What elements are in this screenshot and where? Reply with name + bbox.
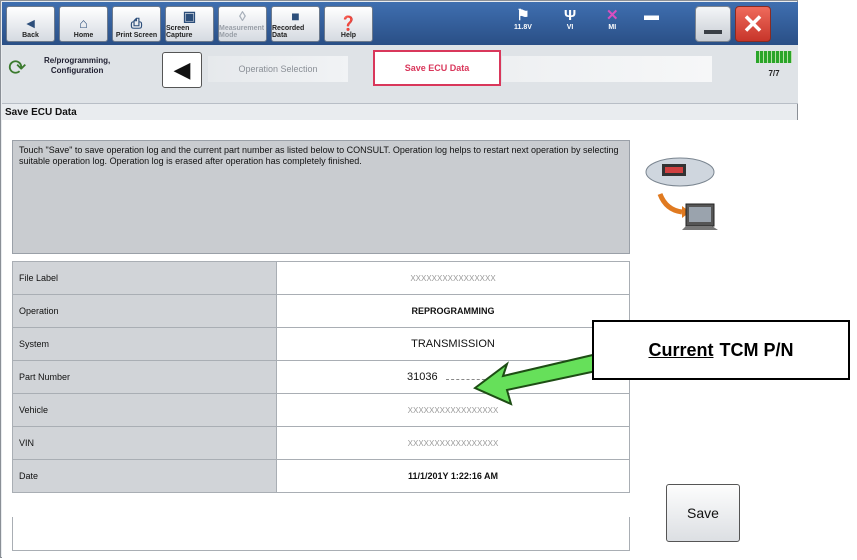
printer-icon: ⎙ bbox=[130, 15, 143, 31]
annotation-callout: Current TCM P/N bbox=[592, 320, 850, 380]
camera-icon: ▣ bbox=[182, 8, 197, 24]
app-window: ◄ Back ⌂ Home ⎙ Print Screen ▣ Screen Ca… bbox=[0, 0, 798, 558]
breadcrumb-next-step bbox=[502, 56, 712, 82]
save-button[interactable]: Save bbox=[666, 484, 740, 542]
progress-bar bbox=[756, 51, 792, 63]
row-label: Vehicle bbox=[12, 393, 277, 427]
table-row: File Label XXXXXXXXXXXXXXXX bbox=[12, 261, 630, 295]
breadcrumb-operation-selection[interactable]: Operation Selection bbox=[208, 56, 348, 82]
table-row: VIN XXXXXXXXXXXXXXXXX bbox=[12, 426, 630, 460]
top-toolbar: ◄ Back ⌂ Home ⎙ Print Screen ▣ Screen Ca… bbox=[2, 2, 798, 45]
screen-capture-button[interactable]: ▣ Screen Capture bbox=[165, 6, 214, 42]
minimize-button[interactable] bbox=[695, 6, 731, 42]
home-icon: ⌂ bbox=[79, 15, 88, 31]
row-value: 11/1/201Y 1:22:16 AM bbox=[276, 459, 630, 493]
mi-indicator: ✕ MI bbox=[606, 7, 619, 32]
row-label: File Label bbox=[12, 261, 277, 295]
breadcrumb-back-button[interactable]: ◀ bbox=[162, 52, 202, 88]
battery-icon: ▬ bbox=[644, 7, 659, 24]
signal-icon: Ψ bbox=[564, 7, 577, 24]
row-label: Operation bbox=[12, 294, 277, 328]
back-button[interactable]: ◄ Back bbox=[6, 6, 55, 42]
back-arrow-icon: ◄ bbox=[23, 15, 38, 31]
reprogramming-icon: ⟳ bbox=[8, 55, 27, 80]
description-text: Touch "Save" to save operation log and t… bbox=[12, 140, 630, 254]
mode-label: Re/programming, Configuration bbox=[44, 56, 111, 75]
print-screen-button[interactable]: ⎙ Print Screen bbox=[112, 6, 161, 42]
table-empty-row bbox=[12, 517, 630, 551]
x-icon: ✕ bbox=[606, 7, 619, 24]
page-title: Save ECU Data bbox=[5, 107, 77, 118]
table-row: Date 11/1/201Y 1:22:16 AM bbox=[12, 459, 630, 493]
breadcrumb-save-ecu-data: Save ECU Data bbox=[373, 50, 501, 86]
green-arrow-annotation bbox=[473, 352, 603, 406]
row-label: VIN bbox=[12, 426, 277, 460]
recorded-data-button[interactable]: ■ Recorded Data bbox=[271, 6, 320, 42]
step-progress: 7/7 bbox=[756, 51, 792, 89]
recorded-data-icon: ■ bbox=[291, 8, 300, 24]
meter-icon: ◊ bbox=[239, 8, 246, 24]
connection-indicator: ▬ bbox=[644, 8, 659, 24]
car-icon: ⚑ bbox=[516, 7, 530, 24]
measurement-mode-button[interactable]: ◊ Measurement Mode bbox=[218, 6, 267, 42]
car-laptop-icon bbox=[645, 157, 718, 230]
row-value: XXXXXXXXXXXXXXXX bbox=[276, 261, 630, 295]
home-button[interactable]: ⌂ Home bbox=[59, 6, 108, 42]
row-label: System bbox=[12, 327, 277, 361]
row-value: XXXXXXXXXXXXXXXXX bbox=[276, 426, 630, 460]
help-icon: ❓ bbox=[339, 15, 358, 31]
row-label: Part Number bbox=[12, 360, 277, 394]
help-button[interactable]: ❓ Help bbox=[324, 6, 373, 42]
close-button[interactable]: ✕ bbox=[735, 6, 771, 42]
row-value: REPROGRAMMING bbox=[276, 294, 630, 328]
breadcrumb: ⟳ Re/programming, Configuration ◀ Operat… bbox=[2, 45, 798, 104]
row-label: Date bbox=[12, 459, 277, 493]
vi-indicator: Ψ VI bbox=[564, 7, 577, 32]
table-row: Operation REPROGRAMMING bbox=[12, 294, 630, 328]
battery-voltage-indicator: ⚑ 11.8V bbox=[514, 7, 532, 32]
